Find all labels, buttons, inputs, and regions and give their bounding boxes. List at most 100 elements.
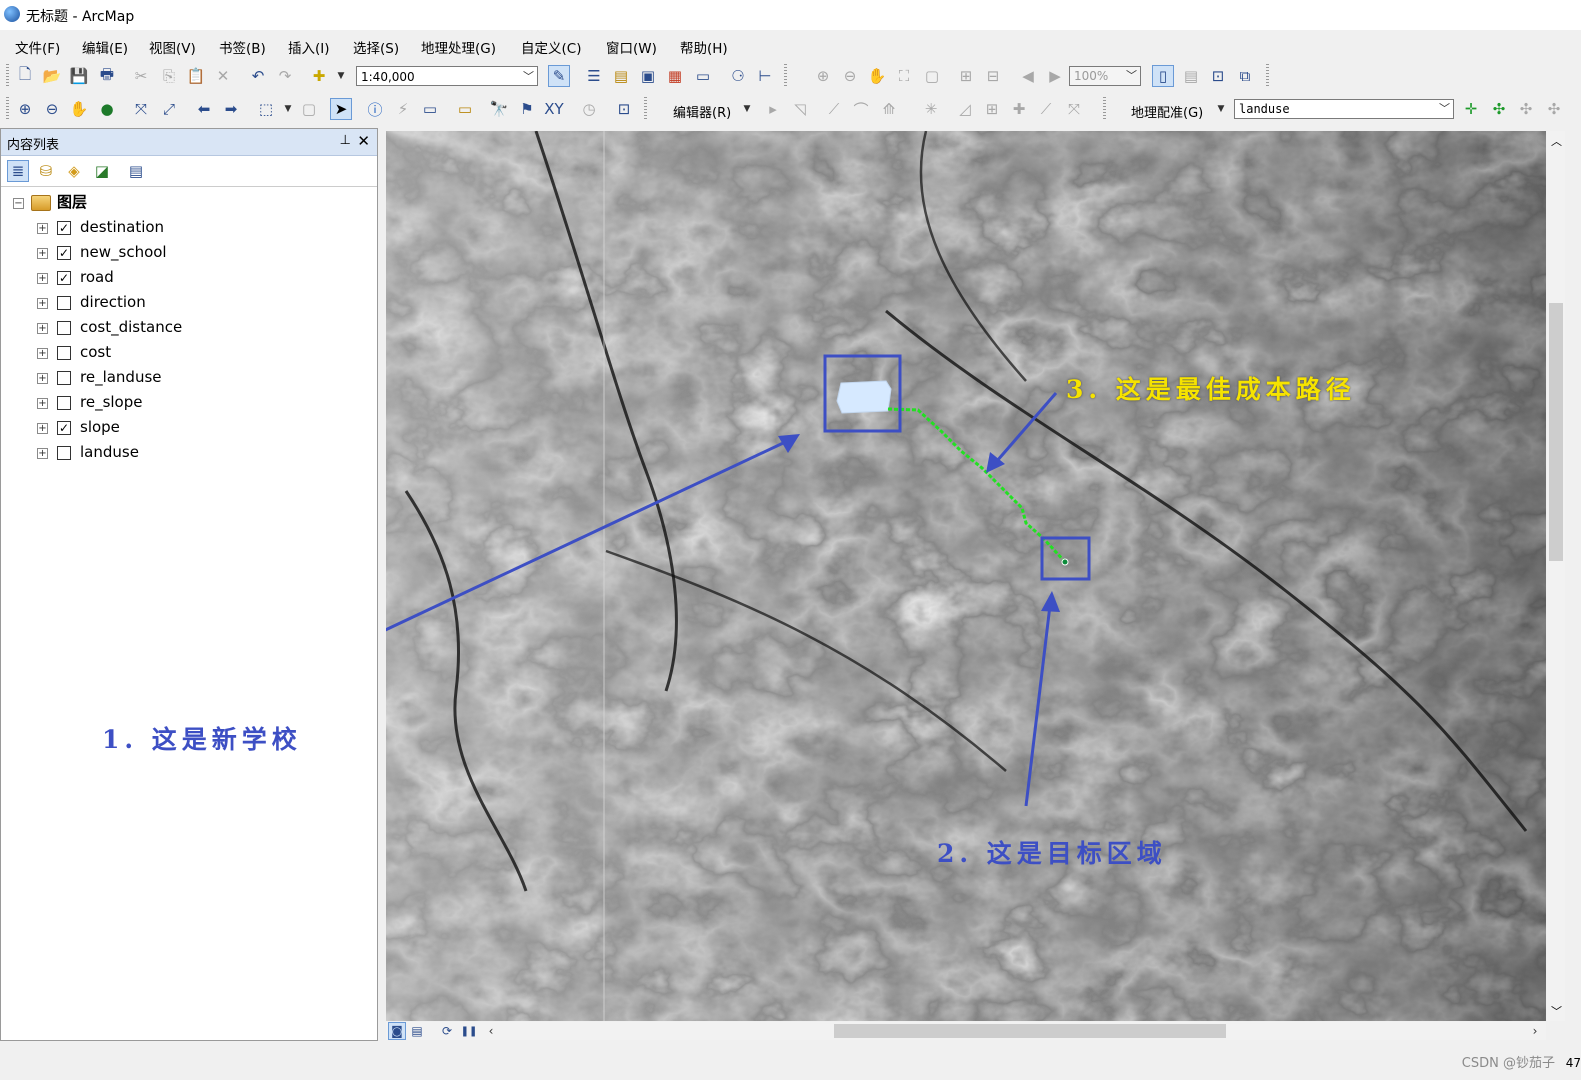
expand-icon[interactable]: + (37, 348, 48, 359)
zoom-in-layout-icon[interactable]: ⊕ (812, 65, 834, 87)
add-data-icon[interactable]: ✚ (308, 65, 330, 87)
horizontal-scroll-thumb[interactable] (834, 1024, 1226, 1038)
pin-icon[interactable]: ⊥ (340, 133, 351, 148)
layer-visibility-checkbox[interactable] (57, 446, 71, 460)
expand-icon[interactable]: + (37, 448, 48, 459)
zoom-whole-page-icon[interactable]: ⛶ (893, 65, 915, 87)
editor-dropdown-icon[interactable]: ▼ (736, 98, 758, 120)
cut-icon[interactable]: ✂ (130, 65, 152, 87)
editor-menu[interactable]: 编辑器(R) (673, 102, 731, 121)
toggle-draft-mode-icon[interactable]: ▯ (1152, 65, 1174, 87)
fixed-zoom-in-icon[interactable]: ⤧ (130, 98, 152, 120)
clear-selection-icon[interactable]: ▢ (298, 98, 320, 120)
georeferencing-dropdown-icon[interactable]: ▼ (1210, 98, 1232, 120)
menu-bookmarks[interactable]: 书签(B) (219, 37, 266, 57)
layer-visibility-checkbox[interactable] (57, 396, 71, 410)
delete-icon[interactable]: ✕ (212, 65, 234, 87)
catalog-icon[interactable]: ▤ (610, 65, 632, 87)
toolbar-grip[interactable] (1103, 97, 1106, 121)
new-document-icon[interactable]: 🗋 (14, 65, 36, 87)
go-back-extent-icon[interactable]: ⬅ (193, 98, 215, 120)
measure-tool-icon[interactable]: ⊢ (754, 65, 776, 87)
layer-visibility-checkbox[interactable] (57, 296, 71, 310)
destination-point[interactable] (1061, 558, 1069, 566)
edit-vertices-icon[interactable]: ◿ (954, 98, 976, 120)
layer-visibility-checkbox[interactable]: ✓ (57, 246, 71, 260)
rotate-icon[interactable]: ⤧ (1063, 98, 1085, 120)
next-extent-layout-icon[interactable]: ▶ (1044, 65, 1066, 87)
menu-geoprocessing[interactable]: 地理处理(G) (421, 37, 496, 57)
python-window-icon[interactable]: ▭ (692, 65, 714, 87)
redo-icon[interactable]: ↷ (274, 65, 296, 87)
menu-selection[interactable]: 选择(S) (353, 37, 399, 57)
trace-icon[interactable]: ⟰ (878, 98, 900, 120)
zoom-out-icon[interactable]: ⊖ (41, 98, 63, 120)
expand-icon[interactable]: + (37, 423, 48, 434)
html-popup-icon[interactable]: ▭ (419, 98, 441, 120)
scroll-thumb[interactable] (1549, 303, 1563, 561)
previous-extent-layout-icon[interactable]: ◀ (1017, 65, 1039, 87)
data-driven-pages-icon[interactable]: ⧉ (1234, 65, 1256, 87)
cut-polygons-icon[interactable]: ✚ (1008, 98, 1030, 120)
toolbar-grip[interactable] (1266, 64, 1269, 88)
scroll-up-icon[interactable]: ︿ (1551, 133, 1562, 149)
menu-insert[interactable]: 插入(I) (288, 37, 330, 57)
focus-data-frame-icon[interactable]: ▤ (1180, 65, 1202, 87)
expand-icon[interactable]: + (37, 248, 48, 259)
fixed-zoom-in-layout-icon[interactable]: ⊞ (955, 65, 977, 87)
expand-icon[interactable]: + (37, 273, 48, 284)
scroll-left-icon[interactable]: ‹ (482, 1022, 500, 1040)
full-extent-icon[interactable]: ● (96, 98, 118, 120)
find-icon[interactable]: 🔭 (488, 98, 510, 120)
change-layout-icon[interactable]: ⊡ (1207, 65, 1229, 87)
menu-view[interactable]: 视图(V) (149, 37, 196, 57)
pan-layout-icon[interactable]: ✋ (866, 65, 888, 87)
layer-visibility-checkbox[interactable]: ✓ (57, 271, 71, 285)
paste-icon[interactable]: 📋 (185, 65, 207, 87)
data-view-icon[interactable]: ◙ (388, 1022, 406, 1040)
add-data-dropdown-icon[interactable]: ▼ (330, 65, 352, 87)
fixed-zoom-out-layout-icon[interactable]: ⊟ (982, 65, 1004, 87)
search-window-icon[interactable]: ▣ (637, 65, 659, 87)
auto-registration-icon[interactable]: ✣ (1488, 98, 1510, 120)
toolbar-grip[interactable] (6, 97, 9, 121)
fixed-zoom-out-icon[interactable]: ⤢ (158, 98, 180, 120)
menu-help[interactable]: 帮助(H) (680, 37, 728, 57)
copy-icon[interactable]: ⎘ (158, 65, 180, 87)
editor-toolbar-toggle-icon[interactable]: ✎ (548, 65, 570, 87)
zoom-to-link-icon[interactable]: ✣ (1543, 98, 1565, 120)
toolbar-grip[interactable] (784, 64, 787, 88)
list-by-selection-icon[interactable]: ◪ (91, 160, 113, 182)
arctoolbox-icon[interactable]: ▦ (664, 65, 686, 87)
straight-segment-icon[interactable]: ⟋ (823, 98, 845, 120)
select-features-icon[interactable]: ⬚ (255, 98, 277, 120)
layer-visibility-checkbox[interactable]: ✓ (57, 421, 71, 435)
list-by-visibility-icon[interactable]: ◈ (63, 160, 85, 182)
georeferencing-menu[interactable]: 地理配准(G) (1131, 102, 1203, 121)
list-by-source-icon[interactable]: ⛁ (35, 160, 57, 182)
create-viewer-window-icon[interactable]: ⊡ (613, 98, 635, 120)
georeference-layer-combo[interactable]: landuse ﹀ (1234, 99, 1454, 119)
options-icon[interactable]: ▤ (125, 160, 147, 182)
select-elements-icon[interactable]: ➤ (330, 98, 352, 120)
select-link-icon[interactable]: ✣ (1515, 98, 1537, 120)
pan-icon[interactable]: ✋ (68, 98, 90, 120)
zoom-100-icon[interactable]: ▢ (921, 65, 943, 87)
reshape-icon[interactable]: ⊞ (981, 98, 1003, 120)
expand-icon[interactable]: + (37, 398, 48, 409)
menu-customize[interactable]: 自定义(C) (521, 37, 581, 57)
table-of-contents-icon[interactable]: ☰ (583, 65, 605, 87)
expand-icon[interactable]: + (37, 373, 48, 384)
toolbar-grip[interactable] (6, 64, 9, 88)
layout-view-icon[interactable]: ▤ (408, 1022, 426, 1040)
edit-annotation-icon[interactable]: ◹ (789, 98, 811, 120)
select-dropdown-icon[interactable]: ▼ (277, 98, 299, 120)
layer-visibility-checkbox[interactable]: ✓ (57, 221, 71, 235)
print-icon[interactable]: 🖶 (96, 65, 118, 87)
toolbar-grip[interactable] (644, 97, 647, 121)
layer-visibility-checkbox[interactable] (57, 346, 71, 360)
expand-icon[interactable]: + (37, 298, 48, 309)
expand-icon[interactable]: + (37, 323, 48, 334)
pause-drawing-icon[interactable]: ❚❚ (460, 1022, 478, 1040)
refresh-icon[interactable]: ⟳ (438, 1022, 456, 1040)
